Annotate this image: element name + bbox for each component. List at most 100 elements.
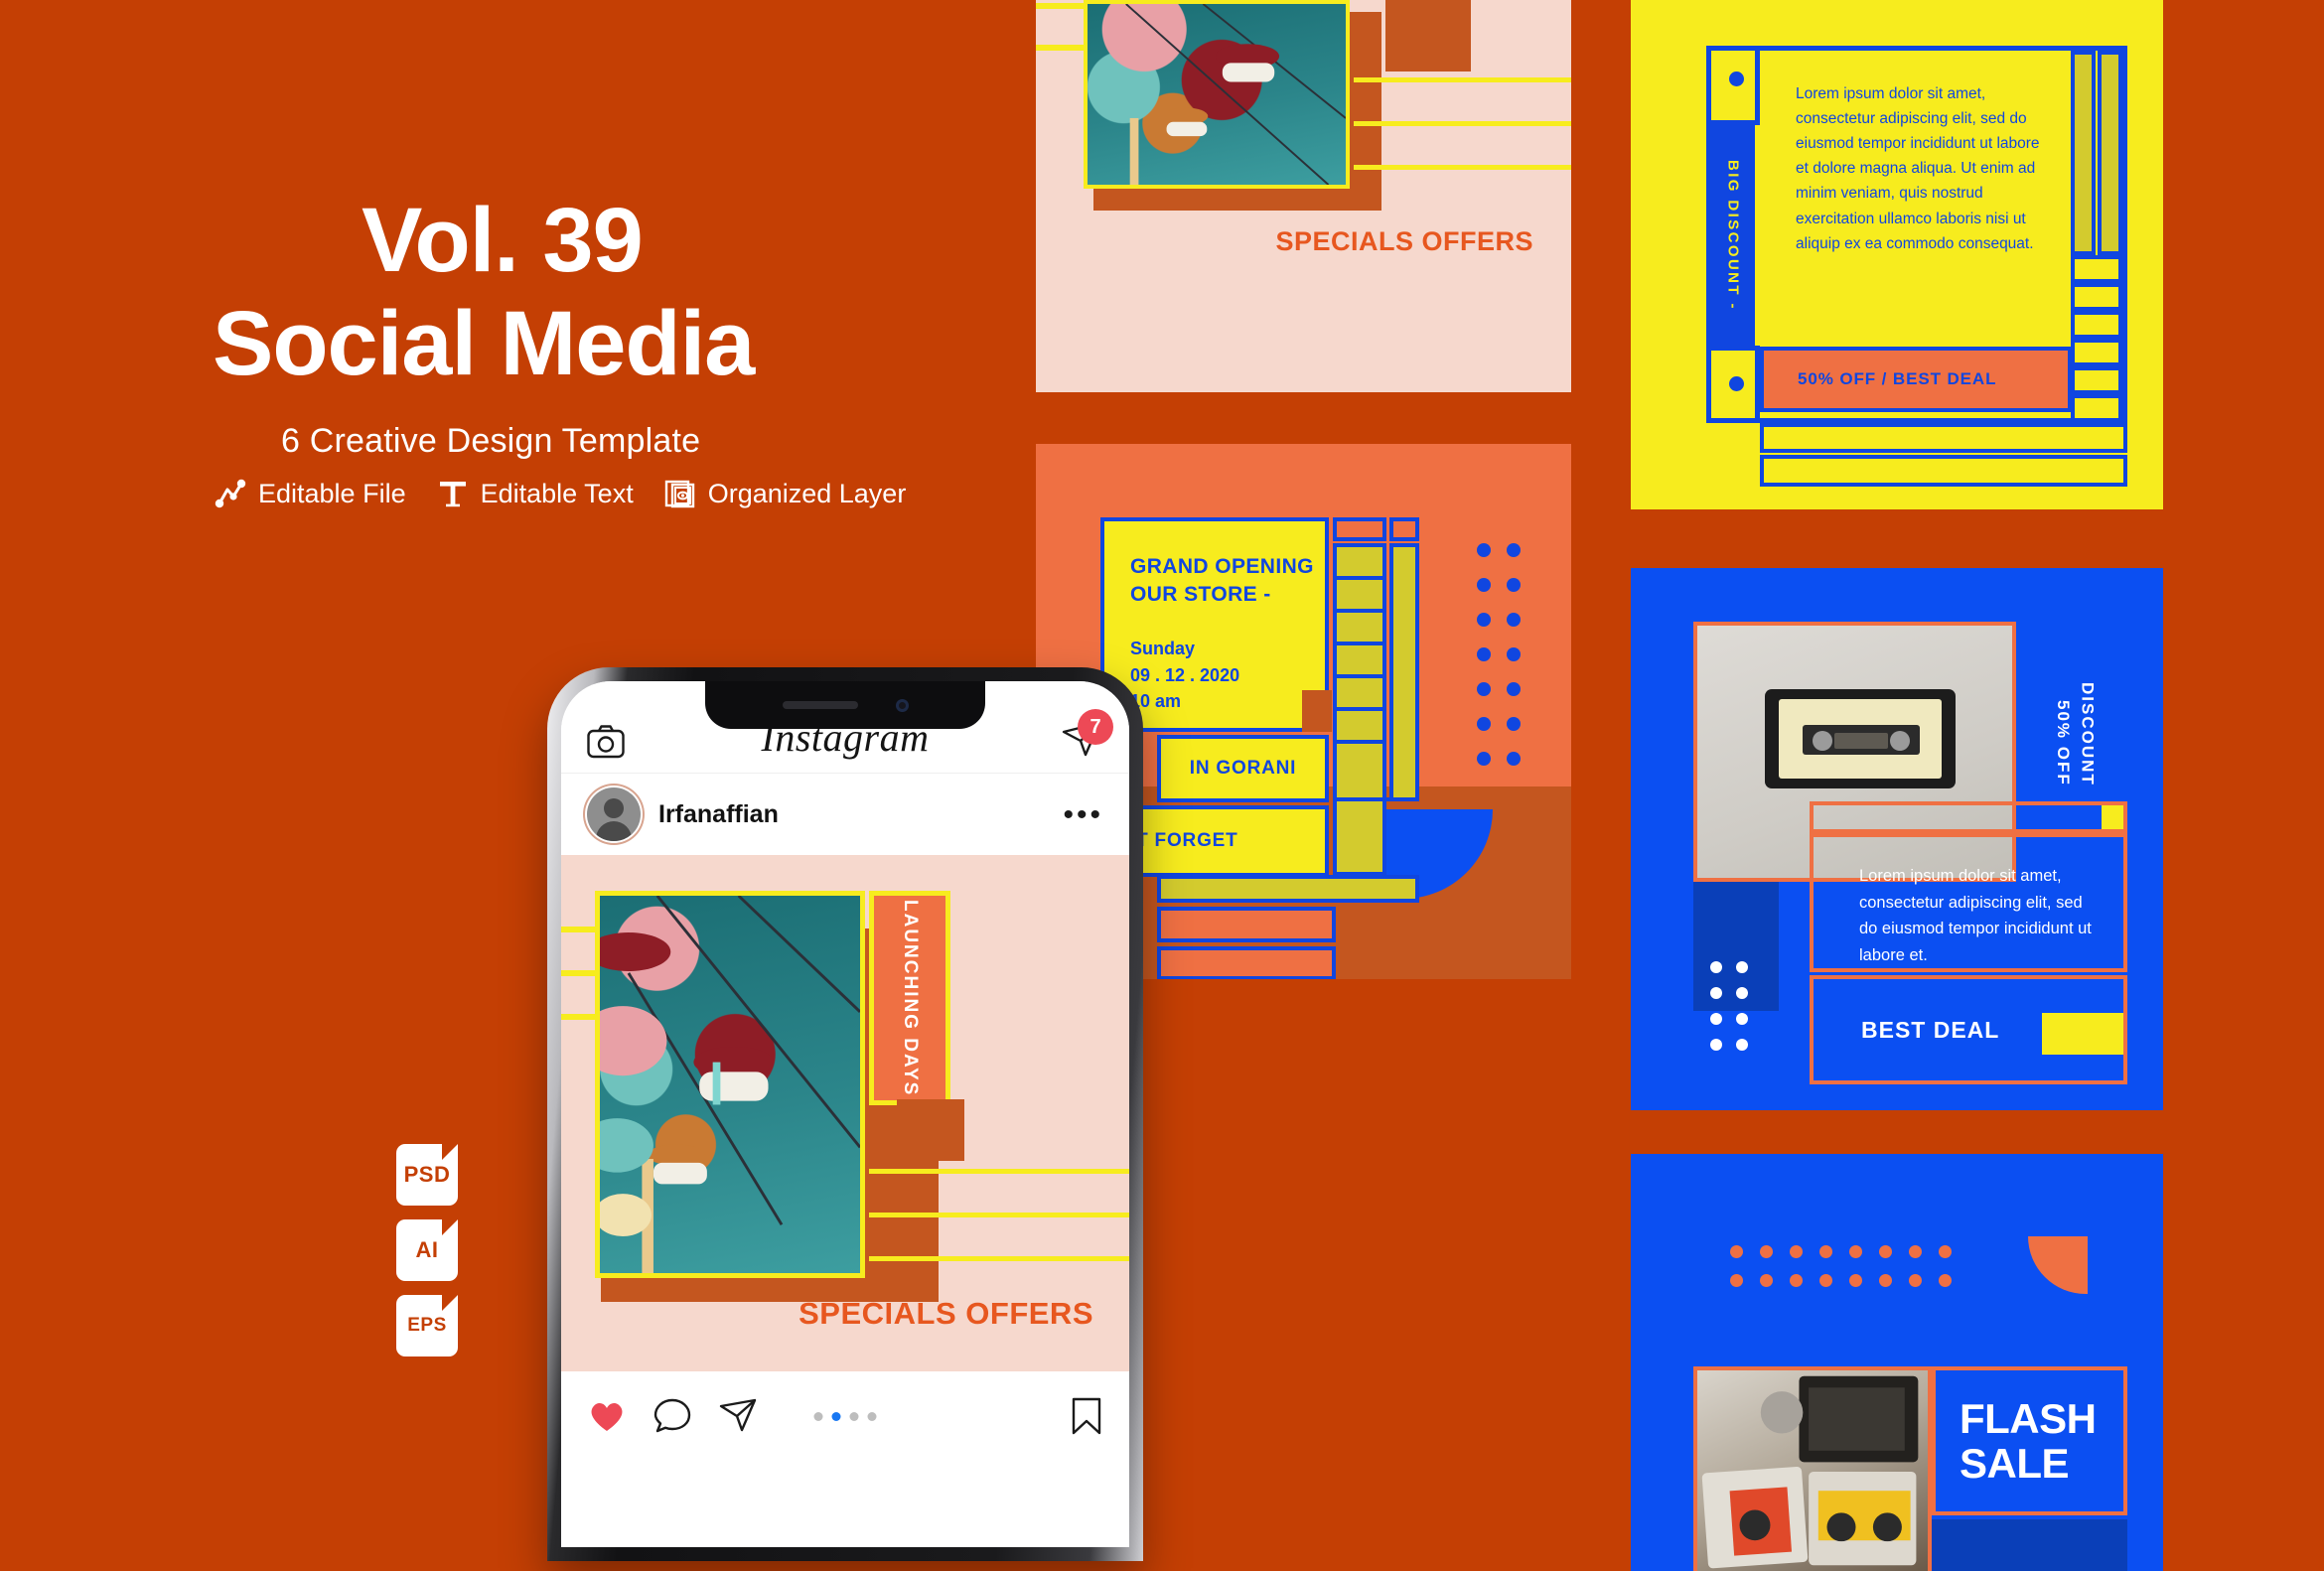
deco-bar bbox=[1760, 423, 2127, 453]
badge-ai: AI bbox=[396, 1219, 458, 1281]
phone-notch bbox=[705, 681, 985, 729]
deco-line bbox=[561, 970, 595, 976]
event-day: Sunday bbox=[1130, 639, 1196, 659]
card-photo bbox=[1084, 0, 1350, 189]
deco-line bbox=[869, 1169, 1129, 1174]
file-format-badges: PSD AI EPS bbox=[396, 1144, 458, 1370]
deco-cell bbox=[2071, 339, 2122, 366]
feature-editable-text: Editable Text bbox=[436, 477, 634, 510]
feature-editable-file: Editable File bbox=[214, 477, 406, 510]
deco-cell bbox=[2071, 283, 2122, 311]
post-image[interactable]: LAUNCHING DAYS SPECIALS OFFERS bbox=[561, 855, 1129, 1371]
title-line-1: FLASH bbox=[1960, 1394, 2097, 1442]
deco-cell bbox=[2071, 366, 2122, 394]
deco-block bbox=[1302, 690, 1332, 732]
template-card-big-discount[interactable]: BIG DISCOUNT - Lorem ipsum dolor sit ame… bbox=[1631, 0, 2163, 509]
card-cta[interactable]: 50% OFF / BEST DEAL bbox=[1760, 347, 2072, 412]
deco-cell bbox=[1333, 517, 1386, 541]
carousel-dot[interactable] bbox=[867, 1411, 877, 1421]
deco-dot bbox=[1729, 71, 1744, 86]
deco-bar bbox=[1157, 946, 1336, 979]
card-caption: SPECIALS OFFERS bbox=[1275, 226, 1533, 256]
deco-ladder bbox=[1389, 543, 1419, 801]
card-body-text: Lorem ipsum dolor sit amet, consectetur … bbox=[1859, 867, 2092, 965]
ellipsis-icon[interactable]: ••• bbox=[1063, 799, 1103, 829]
badge-eps: EPS bbox=[396, 1295, 458, 1357]
deco-bar bbox=[1810, 801, 2127, 833]
deco-bar bbox=[1157, 875, 1419, 903]
deco-dot-grid bbox=[1730, 1245, 1968, 1303]
front-camera-icon bbox=[895, 698, 909, 712]
avatar[interactable] bbox=[587, 787, 641, 841]
post-actions-bar bbox=[561, 1371, 1129, 1461]
deco-rung bbox=[1333, 740, 1386, 744]
phone-screen: Instagram 7 Irfanaffian ••• LAUNCHING DA… bbox=[561, 681, 1129, 1547]
deco-rung bbox=[1333, 707, 1386, 711]
deco-line bbox=[1354, 77, 1571, 82]
card-body-panel: Lorem ipsum dolor sit amet, consectetur … bbox=[1810, 833, 2127, 972]
deco-line bbox=[1036, 3, 1084, 9]
poster-canvas: Vol. 39 Social Media 6 Creative Design T… bbox=[0, 0, 2324, 1571]
earpiece-speaker bbox=[782, 701, 858, 709]
deco-line bbox=[561, 1014, 595, 1020]
deco-dot bbox=[1729, 376, 1744, 391]
deco-accent bbox=[2042, 1013, 2123, 1055]
feature-label: Editable File bbox=[258, 478, 406, 508]
card-band-location: IN GORANI bbox=[1157, 735, 1329, 802]
carousel-dot[interactable] bbox=[813, 1411, 823, 1421]
card-title: FLASH SALE bbox=[1932, 1366, 2127, 1515]
deco-line bbox=[561, 927, 595, 932]
template-card-best-deal[interactable]: DISCOUNT 50% OFF Lorem ipsum dolor sit a… bbox=[1631, 568, 2163, 1110]
card-vertical-label: BIG DISCOUNT - bbox=[1711, 125, 1755, 346]
carousel-dot-active[interactable] bbox=[831, 1411, 841, 1421]
badge-label: EPS bbox=[407, 1315, 447, 1336]
carousel-dot[interactable] bbox=[849, 1411, 859, 1421]
deco-cell bbox=[2071, 394, 2122, 422]
heading-line-1: GRAND OPENING bbox=[1130, 555, 1314, 578]
deco-rung bbox=[1333, 797, 1419, 801]
deco-cell bbox=[1389, 517, 1419, 541]
bookmark-icon[interactable] bbox=[1070, 1396, 1103, 1436]
volume-label: Vol. 39 bbox=[362, 190, 644, 291]
deco-bar bbox=[2071, 51, 2096, 255]
post-author-name[interactable]: Irfanaffian bbox=[658, 800, 779, 829]
deco-rung bbox=[1333, 609, 1386, 613]
paper-plane-icon[interactable] bbox=[718, 1396, 758, 1436]
deco-line bbox=[1354, 121, 1571, 126]
card-vertical-label: DISCOUNT 50% OFF bbox=[2048, 677, 2102, 786]
heading-line-2: OUR STORE - bbox=[1130, 582, 1271, 606]
direct-messages-button[interactable]: 7 bbox=[1060, 709, 1113, 759]
post-vertical-label: LAUNCHING DAYS bbox=[869, 891, 950, 1105]
deco-cell bbox=[2071, 255, 2122, 283]
card-body-text: Lorem ipsum dolor sit amet, consectetur … bbox=[1796, 85, 2040, 252]
comment-icon[interactable] bbox=[653, 1396, 692, 1436]
deco-quarter-circle bbox=[2028, 1236, 2088, 1294]
deco-rung bbox=[1333, 642, 1386, 645]
heart-icon[interactable] bbox=[587, 1396, 627, 1436]
deco-cell bbox=[2071, 311, 2122, 339]
badge-label: AI bbox=[415, 1237, 439, 1262]
deco-rung bbox=[1333, 576, 1386, 580]
vertical-line-1: DISCOUNT bbox=[2078, 682, 2098, 786]
post-photo bbox=[595, 891, 865, 1278]
template-card-specials-offers[interactable]: LAUNCHING DAYS SPECIALS OFFERS bbox=[1036, 0, 1571, 392]
editable-text-icon bbox=[436, 477, 470, 510]
feature-label: Organized Layer bbox=[707, 478, 907, 508]
vertical-line-2: 50% OFF bbox=[2054, 700, 2073, 786]
deco-dot-grid bbox=[1477, 543, 1536, 786]
deco-line bbox=[1354, 165, 1571, 170]
badge-label: PSD bbox=[403, 1162, 451, 1187]
deco-block bbox=[1385, 0, 1471, 71]
deco-dot-grid bbox=[1710, 961, 1762, 1065]
page-title: Social Media bbox=[213, 293, 755, 394]
deco-block bbox=[1932, 1519, 2127, 1571]
template-card-flash-sale[interactable]: FLASH SALE bbox=[1631, 1154, 2163, 1571]
card-cta[interactable]: BEST DEAL bbox=[1810, 975, 2127, 1084]
deco-block bbox=[897, 1099, 964, 1161]
deco-bar bbox=[2098, 51, 2122, 255]
feature-organized-layer: Organized Layer bbox=[663, 477, 907, 510]
badge-psd: PSD bbox=[396, 1144, 458, 1206]
unread-count-badge: 7 bbox=[1078, 709, 1113, 745]
carousel-indicator bbox=[813, 1411, 877, 1421]
page-subtitle: 6 Creative Design Template bbox=[281, 422, 701, 460]
